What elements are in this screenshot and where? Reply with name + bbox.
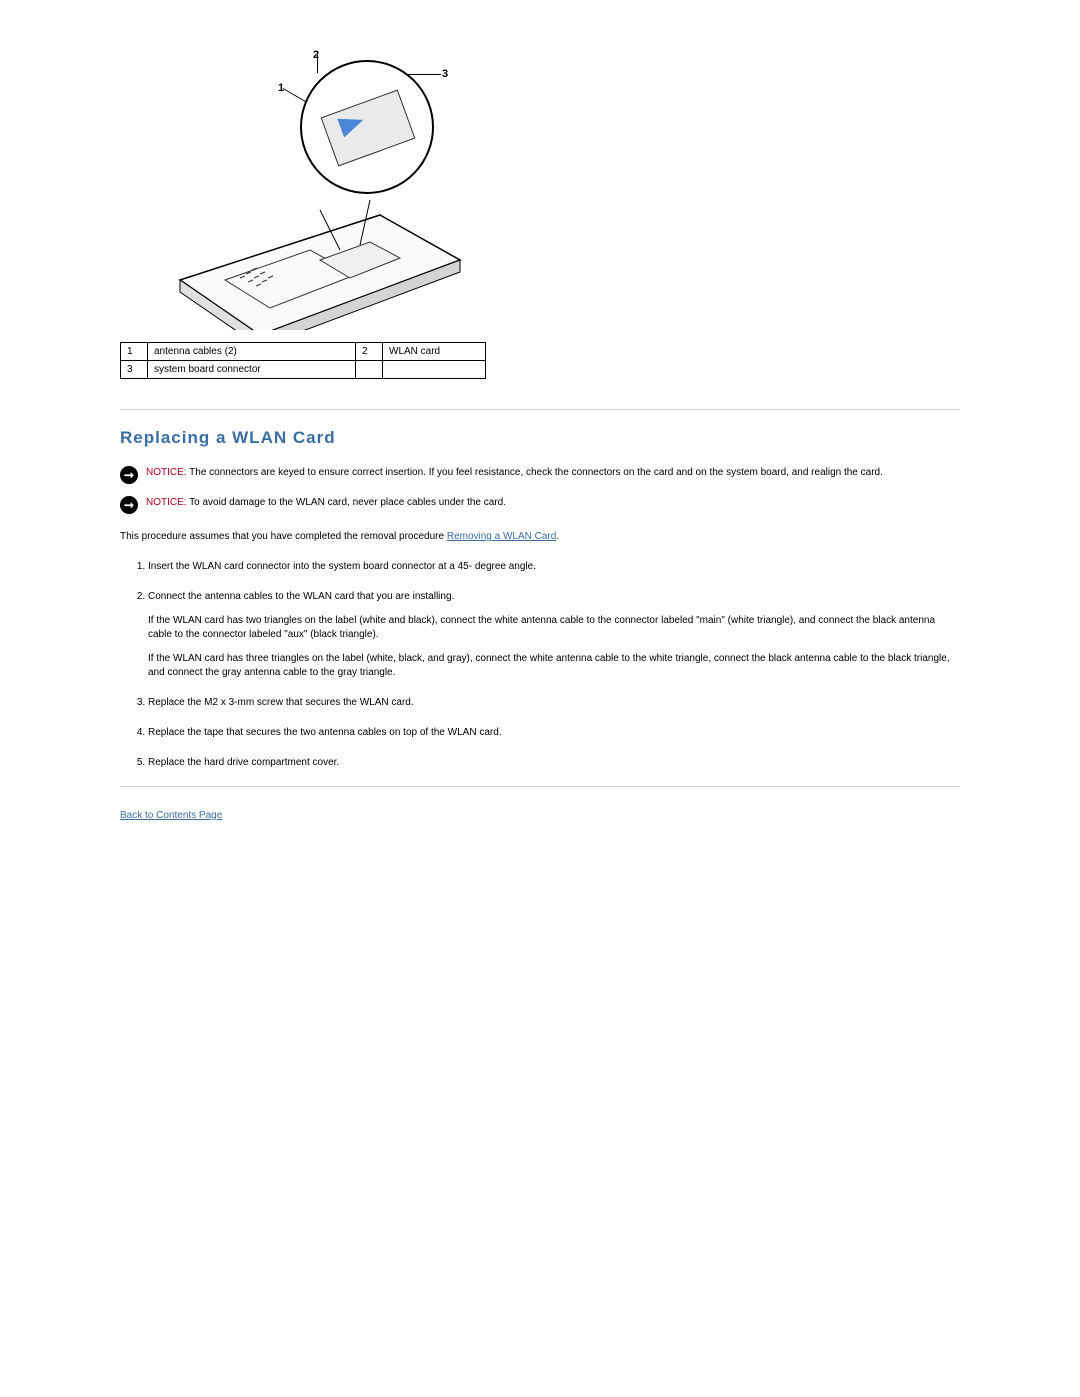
intro-paragraph: This procedure assumes that you have com… (120, 530, 960, 544)
divider (120, 409, 960, 410)
legend-desc: system board connector (148, 361, 356, 379)
notice-block: ➞ NOTICE: The connectors are keyed to en… (120, 466, 960, 484)
legend-desc: antenna cables (2) (148, 343, 356, 361)
step-text: Connect the antenna cables to the WLAN c… (148, 591, 454, 602)
removing-wlan-link[interactable]: Removing a WLAN Card (447, 531, 556, 542)
step-sub: If the WLAN card has three triangles on … (148, 652, 960, 680)
back-to-contents-link[interactable]: Back to Contents Page (120, 810, 222, 821)
intro-post: . (556, 531, 559, 542)
list-item: Connect the antenna cables to the WLAN c… (148, 590, 960, 680)
notice-text: NOTICE: The connectors are keyed to ensu… (146, 466, 883, 480)
diagram-label-3: 3 (442, 68, 448, 80)
legend-num: 2 (356, 343, 383, 361)
laptop-underside-illustration (170, 160, 470, 330)
legend-num: 1 (121, 343, 148, 361)
wlan-diagram: 1 2 3 (170, 40, 480, 330)
notice-text: NOTICE: To avoid damage to the WLAN card… (146, 496, 506, 510)
notice-icon: ➞ (120, 496, 138, 514)
legend-desc (383, 361, 486, 379)
section-heading: Replacing a WLAN Card (120, 428, 960, 448)
intro-pre: This procedure assumes that you have com… (120, 531, 447, 542)
notice-block: ➞ NOTICE: To avoid damage to the WLAN ca… (120, 496, 960, 514)
step-text: Insert the WLAN card connector into the … (148, 561, 536, 572)
procedure-steps: Insert the WLAN card connector into the … (120, 560, 960, 770)
diagram-legend-table: 1 antenna cables (2) 2 WLAN card 3 syste… (120, 342, 486, 379)
list-item: Replace the tape that secures the two an… (148, 726, 960, 740)
notice-label: NOTICE: (146, 497, 187, 508)
notice-label: NOTICE: (146, 467, 187, 478)
table-row: 3 system board connector (121, 361, 486, 379)
step-text: Replace the tape that secures the two an… (148, 727, 502, 738)
divider (120, 786, 960, 787)
step-sub: If the WLAN card has two triangles on th… (148, 614, 960, 642)
table-row: 1 antenna cables (2) 2 WLAN card (121, 343, 486, 361)
notice-body: The connectors are keyed to ensure corre… (187, 467, 883, 478)
list-item: Replace the M2 x 3-mm screw that secures… (148, 696, 960, 710)
step-text: Replace the M2 x 3-mm screw that secures… (148, 697, 414, 708)
step-text: Replace the hard drive compartment cover… (148, 757, 339, 768)
legend-desc: WLAN card (383, 343, 486, 361)
list-item: Insert the WLAN card connector into the … (148, 560, 960, 574)
list-item: Replace the hard drive compartment cover… (148, 756, 960, 770)
notice-body: To avoid damage to the WLAN card, never … (187, 497, 506, 508)
legend-num: 3 (121, 361, 148, 379)
notice-icon: ➞ (120, 466, 138, 484)
legend-num (356, 361, 383, 379)
